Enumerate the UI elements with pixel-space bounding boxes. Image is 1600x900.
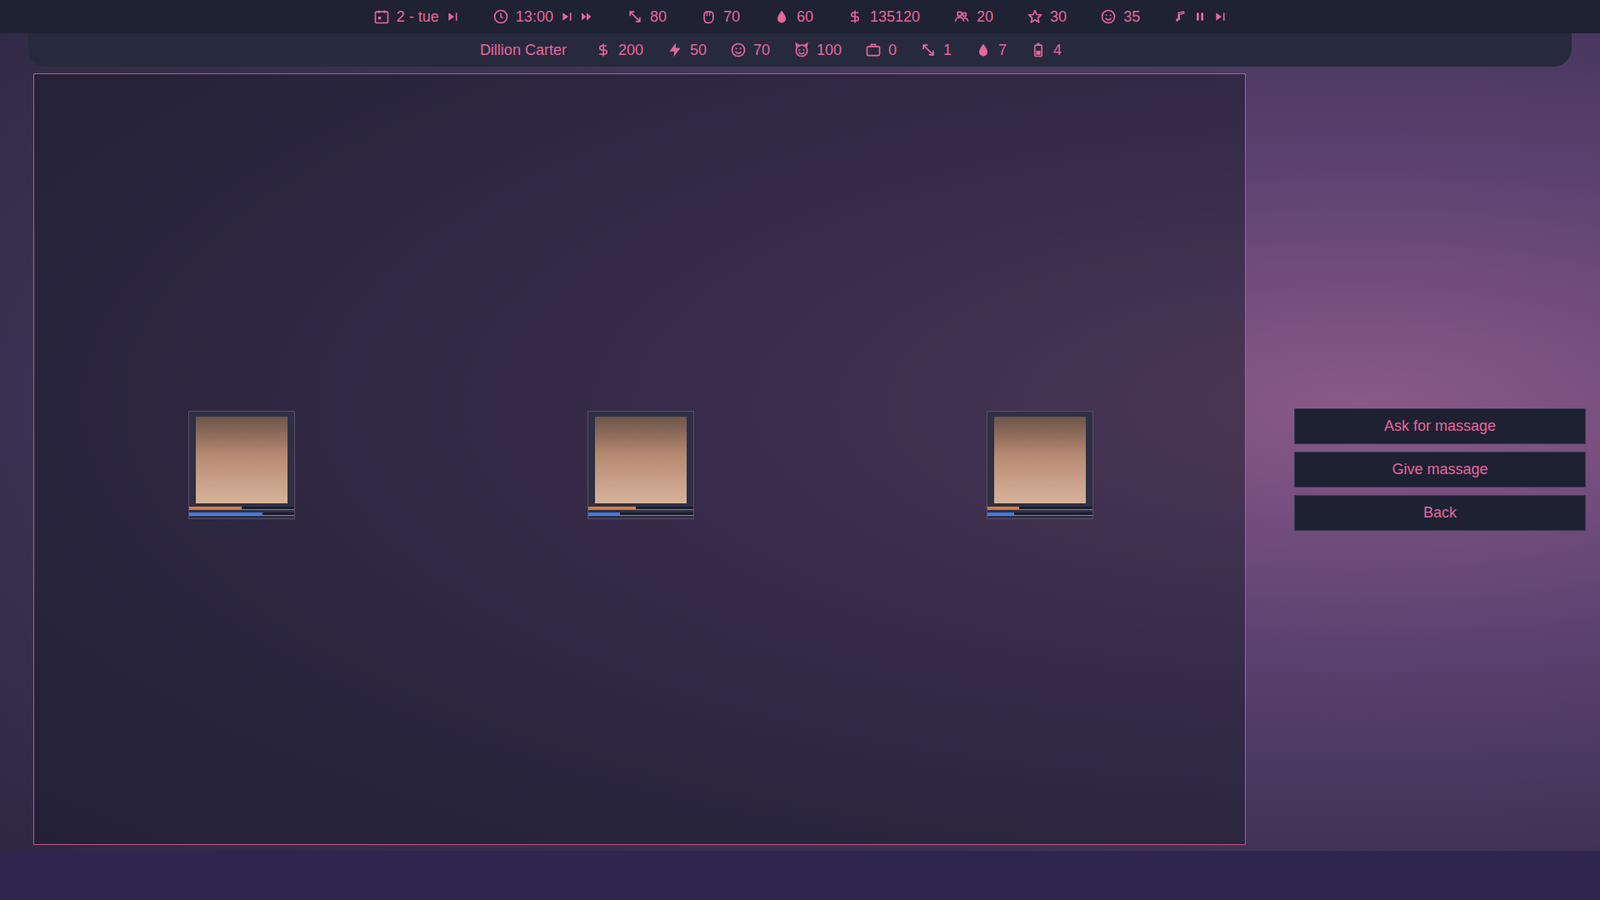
- top-bar: 2 - tue 13:00 80 70 60 135120 20 30 35: [0, 0, 1600, 34]
- pause-icon[interactable]: [1193, 10, 1207, 24]
- clock-icon: [492, 8, 510, 25]
- portrait-photo: [595, 416, 687, 504]
- briefcase-icon: [865, 41, 882, 59]
- dollar-icon: [595, 41, 612, 59]
- drop-icon: [975, 41, 992, 59]
- stat-bar: [588, 512, 694, 516]
- character-stat: 70: [730, 41, 770, 60]
- stat-value: 0: [888, 41, 897, 60]
- stat-value: 60: [796, 8, 814, 26]
- lust-icon: [920, 41, 937, 59]
- stat-value: 70: [723, 8, 740, 26]
- character-stat: 100: [793, 41, 842, 60]
- stat-item: 70: [700, 8, 740, 26]
- smile-icon: [730, 41, 747, 59]
- character-stat: 4: [1030, 41, 1062, 60]
- skip-time-icon[interactable]: [560, 10, 574, 24]
- portrait-photo: [195, 416, 288, 504]
- character-stat: 50: [666, 41, 707, 60]
- fist-icon: [700, 8, 717, 25]
- character-stat: 0: [865, 41, 897, 60]
- people-icon: [953, 8, 970, 25]
- stat-value: 50: [690, 41, 707, 60]
- stat-bar-fill: [987, 506, 1020, 510]
- star-icon: [1026, 8, 1044, 25]
- stat-bar: [588, 506, 694, 510]
- action-button[interactable]: Give massage: [1294, 451, 1586, 488]
- stat-value: 70: [753, 41, 770, 60]
- stat-value: 1: [943, 41, 952, 60]
- stat-item: 20: [953, 8, 994, 26]
- stat-bar-fill: [189, 512, 263, 515]
- fast-forward-icon[interactable]: [580, 10, 594, 24]
- stat-item: 35: [1100, 8, 1140, 26]
- character-bar: Dillion Carter 200 50 70 100 0 1 7 4: [28, 33, 1572, 67]
- music-icon[interactable]: [1173, 10, 1187, 24]
- calendar-icon: [373, 8, 390, 25]
- stat-item: 60: [773, 8, 814, 26]
- stat-value: 100: [816, 41, 842, 60]
- stat-bar-fill: [189, 506, 242, 510]
- stat-item: 30: [1026, 8, 1067, 26]
- character-stat: 1: [920, 41, 952, 60]
- stat-bar: [189, 506, 295, 510]
- battery-icon: [1030, 41, 1047, 59]
- drop-icon: [773, 8, 790, 25]
- energy-icon: [666, 41, 684, 59]
- stat-item: 80: [626, 8, 667, 26]
- stat-bar-fill: [588, 512, 620, 515]
- action-button[interactable]: Back: [1294, 495, 1586, 531]
- action-button[interactable]: Ask for massage: [1294, 408, 1586, 445]
- stat-value: 80: [650, 8, 667, 26]
- stat-bar: [987, 512, 1093, 516]
- next-day-icon[interactable]: [445, 10, 460, 24]
- day-label: 2 - tue: [396, 8, 440, 26]
- stat-value: 30: [1050, 8, 1067, 26]
- next-track-icon[interactable]: [1213, 10, 1227, 24]
- devil-icon: [793, 41, 810, 59]
- character-portrait[interactable]: [986, 410, 1094, 520]
- stat-value: 135120: [870, 8, 920, 26]
- stat-bar-fill: [588, 506, 636, 510]
- stat-item: 135120: [846, 8, 920, 26]
- portrait-photo: [994, 416, 1086, 504]
- game-screen: 2 - tue13:00807060135120203035Dillion Ca…: [0, 0, 1600, 900]
- content-area: Ask for massage Give massage Back: [0, 66, 1600, 845]
- dollar-icon: [846, 8, 864, 25]
- stat-value: 20: [976, 8, 994, 26]
- scene-panel: [33, 73, 1246, 845]
- stat-value: 7: [998, 41, 1007, 60]
- character-portrait[interactable]: [587, 410, 695, 520]
- stat-value: 4: [1053, 41, 1062, 60]
- character-portrait[interactable]: [188, 410, 295, 520]
- smile-icon: [1100, 8, 1117, 25]
- action-list: Ask for massage Give massage Back: [1294, 73, 1586, 845]
- bottom-band: [0, 850, 1600, 900]
- stat-value: 200: [618, 41, 644, 60]
- character-stat: 7: [975, 41, 1007, 60]
- stat-bar: [987, 506, 1093, 510]
- stat-value: 35: [1123, 8, 1140, 26]
- lust-icon: [626, 8, 644, 25]
- stat-bar-fill: [987, 512, 1015, 515]
- time-label: 13:00: [515, 8, 554, 26]
- character-stat: 200: [595, 41, 644, 60]
- stat-bar: [189, 512, 295, 516]
- character-name: Dillion Carter: [480, 41, 567, 60]
